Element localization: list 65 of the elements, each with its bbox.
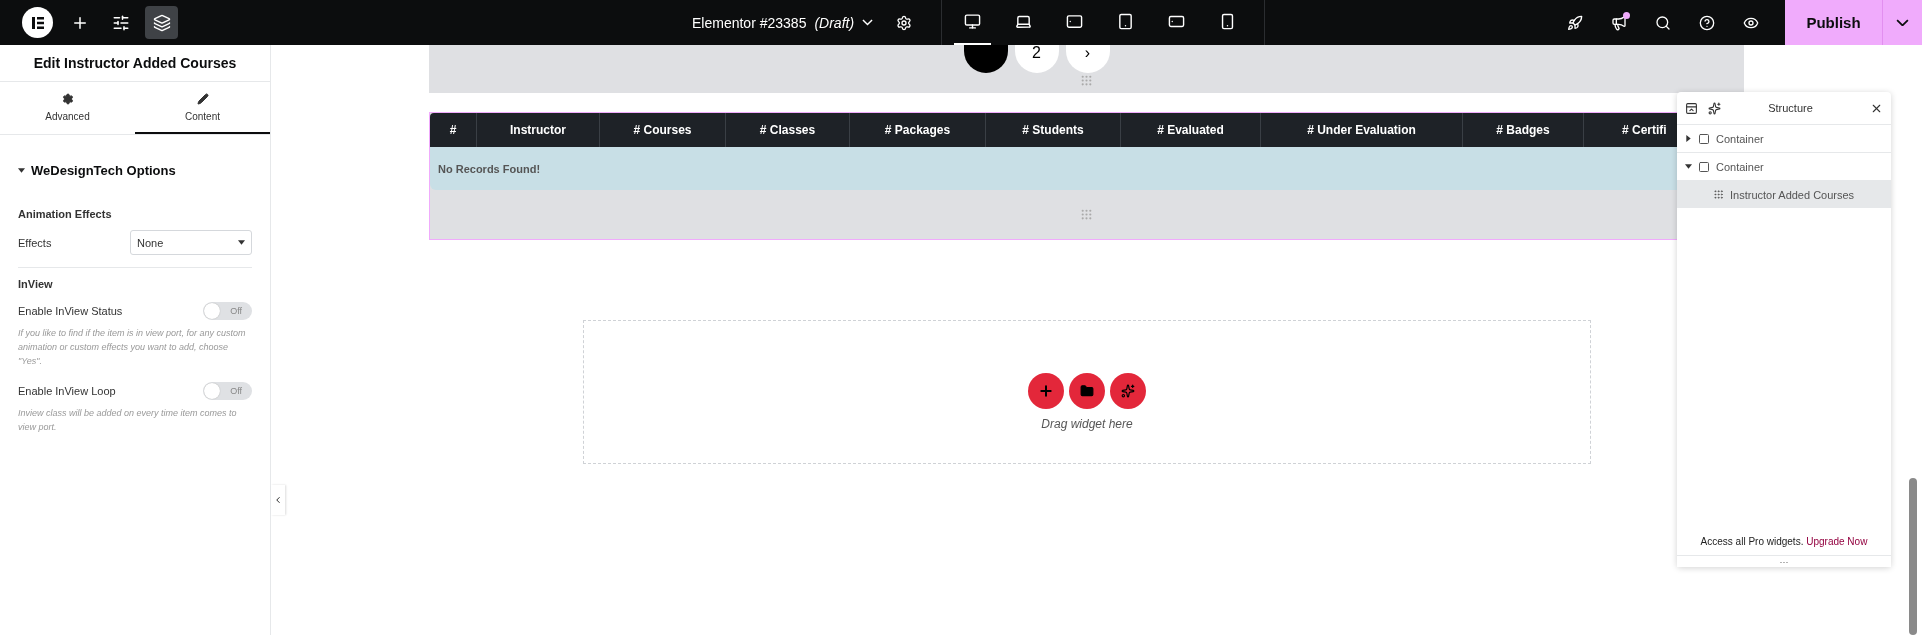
add-button[interactable] xyxy=(1028,373,1064,409)
section-header[interactable]: WeDesignTech Options xyxy=(18,163,270,178)
more-button[interactable]: ··· xyxy=(1677,555,1891,567)
document-title[interactable]: Elementor #23385 (Draft) xyxy=(692,14,874,31)
group-heading: InView xyxy=(18,278,54,290)
search-icon xyxy=(1655,14,1671,31)
sliders-icon xyxy=(111,13,130,32)
structure-title: Structure xyxy=(1767,102,1814,114)
settings-icon xyxy=(896,14,913,31)
container-icon xyxy=(1698,132,1710,145)
field-label: Enable InView Status xyxy=(18,305,123,317)
field-label: Effects xyxy=(18,236,52,249)
drag-handle-icon[interactable] xyxy=(1080,208,1093,221)
help-icon xyxy=(1699,14,1715,31)
caret-icon xyxy=(18,167,25,174)
panel-tab[interactable]: Advanced xyxy=(0,82,135,134)
sparkles-icon xyxy=(1708,101,1721,115)
pencil-icon xyxy=(196,92,209,105)
chevron-left-icon xyxy=(273,495,283,505)
desktop-icon xyxy=(964,13,982,30)
gear-icon xyxy=(61,92,74,105)
collapse-handle[interactable] xyxy=(271,485,285,515)
structure-item[interactable]: Container xyxy=(1677,153,1891,181)
mobile-landscape-icon xyxy=(1168,13,1186,30)
container-icon xyxy=(1698,160,1710,173)
structure-item[interactable]: Container xyxy=(1677,125,1891,153)
notification-dot xyxy=(1623,11,1630,19)
ai-button[interactable] xyxy=(1708,101,1721,115)
tablet-icon xyxy=(1117,13,1135,30)
page-button[interactable]: › xyxy=(1065,45,1110,73)
chevron-down-icon xyxy=(1896,18,1909,27)
ai-button[interactable] xyxy=(1110,373,1146,409)
rocket-icon xyxy=(1567,14,1583,31)
drag-handle-icon[interactable] xyxy=(1080,74,1093,87)
page-button[interactable] xyxy=(963,45,1008,73)
sparkles-icon xyxy=(1121,384,1135,398)
tablet-landscape-icon xyxy=(1066,13,1084,30)
publish-button[interactable]: Publish xyxy=(1785,0,1882,45)
group-heading: Animation Effects xyxy=(18,208,113,220)
page-button[interactable]: 2 xyxy=(1014,45,1059,73)
chevron-down-icon xyxy=(862,19,874,26)
scrollbar[interactable] xyxy=(1909,478,1917,635)
upgrade-link[interactable]: Upgrade Now xyxy=(1806,536,1868,547)
grid-icon xyxy=(1713,189,1724,200)
effects-select[interactable]: None xyxy=(130,230,252,255)
help-text: If you like to find if the item is in view port, for any custom animation or custom effects you want to add, choose "Yes". xyxy=(18,327,247,368)
folder-icon xyxy=(1080,384,1094,398)
drop-hint: Drag widget here xyxy=(1041,417,1133,431)
panel-tab[interactable]: Content xyxy=(135,82,270,134)
collapse-button[interactable] xyxy=(1685,101,1698,115)
promo-text: Access all Pro widgets. Upgrade Now xyxy=(1700,536,1868,549)
field-label: Enable InView Loop xyxy=(18,385,116,397)
layers-icon xyxy=(152,13,171,32)
caret-icon xyxy=(238,239,245,246)
megaphone-icon xyxy=(1611,14,1627,31)
panel-title: Edit Instructor Added Courses xyxy=(0,45,270,82)
logo-icon xyxy=(29,14,46,31)
structure-item[interactable]: Instructor Added Courses xyxy=(1677,181,1891,208)
logo-button[interactable] xyxy=(22,7,53,38)
plus-icon xyxy=(1038,383,1054,399)
help-text: Inview class will be added on every time item comes to view port. xyxy=(18,407,238,434)
laptop-icon xyxy=(1015,13,1033,30)
template-button[interactable] xyxy=(1069,373,1105,409)
structure-button[interactable] xyxy=(145,6,178,39)
collapse-icon xyxy=(1685,101,1698,115)
